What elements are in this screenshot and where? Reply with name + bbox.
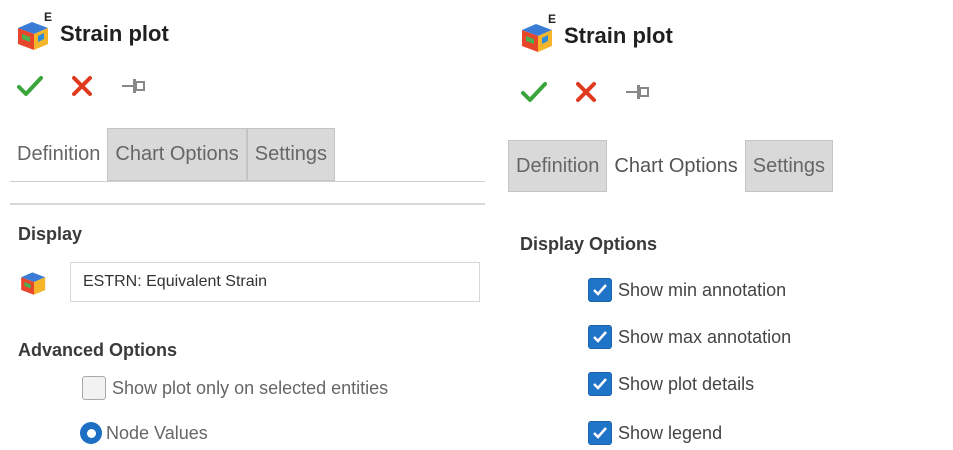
show-selected-only-option[interactable]: Show plot only on selected entities	[82, 376, 388, 400]
close-icon	[576, 82, 596, 102]
display-options-heading: Display Options	[520, 234, 658, 254]
tab-settings[interactable]: Settings	[246, 128, 336, 181]
tab-chart-options[interactable]: Chart Options	[607, 140, 745, 192]
panel-title-row: E Strain plot	[14, 10, 169, 54]
show-selected-only-checkbox[interactable]	[82, 376, 106, 400]
left-property-panel: E Strain plot Definition Chart Options S…	[0, 0, 485, 450]
panel-title: Strain plot	[60, 21, 169, 46]
show-max-annotation-checkbox[interactable]	[588, 325, 612, 349]
action-bar	[520, 78, 676, 106]
strain-plot-icon	[18, 266, 50, 298]
show-legend-option[interactable]: Show legend	[588, 421, 722, 445]
show-plot-details-checkbox[interactable]	[588, 372, 612, 396]
strain-plot-icon: E	[14, 10, 54, 54]
display-row: ESTRN: Equivalent Strain	[18, 262, 480, 302]
cancel-button[interactable]	[68, 72, 96, 100]
node-values-label: Node Values	[106, 422, 208, 443]
show-min-annotation-checkbox[interactable]	[588, 278, 612, 302]
tab-chart-options[interactable]: Chart Options	[107, 128, 247, 181]
node-values-option[interactable]: Node Values	[80, 422, 208, 444]
checkmark-icon	[593, 331, 607, 343]
node-values-radio[interactable]	[80, 422, 102, 444]
pushpin-icon	[122, 79, 145, 93]
screenshot-stage: E Strain plot Definition Chart Options S…	[0, 0, 953, 450]
icon-superscript: E	[547, 12, 556, 26]
section-separator	[10, 203, 485, 205]
tab-bar: Definition Chart Options Settings	[508, 140, 953, 192]
ok-button[interactable]	[16, 72, 44, 100]
show-legend-checkbox[interactable]	[588, 421, 612, 445]
checkmark-icon	[593, 378, 607, 390]
tab-definition[interactable]: Definition	[508, 140, 608, 192]
show-max-annotation-label: Show max annotation	[618, 326, 792, 347]
cancel-button[interactable]	[572, 78, 600, 106]
ok-button[interactable]	[520, 78, 548, 106]
tab-bar: Definition Chart Options Settings	[10, 128, 485, 182]
advanced-options-heading: Advanced Options	[18, 340, 178, 360]
checkmark-icon	[521, 82, 547, 102]
show-legend-label: Show legend	[618, 422, 723, 443]
pushpin-icon	[626, 85, 649, 99]
show-plot-details-option[interactable]: Show plot details	[588, 372, 754, 396]
tab-definition[interactable]: Definition	[10, 128, 108, 181]
icon-superscript: E	[43, 10, 52, 24]
checkmark-icon	[593, 427, 607, 439]
panel-title-row: E Strain plot	[518, 12, 673, 56]
pin-button[interactable]	[624, 78, 652, 106]
checkmark-icon	[17, 76, 43, 96]
right-property-panel: E Strain plot Definition Chart Options S…	[508, 0, 953, 450]
show-max-annotation-option[interactable]: Show max annotation	[588, 325, 791, 349]
strain-plot-icon: E	[518, 12, 558, 56]
panel-title: Strain plot	[564, 23, 673, 48]
checkmark-icon	[593, 284, 607, 296]
action-bar	[16, 72, 172, 100]
show-selected-only-label: Show plot only on selected entities	[112, 377, 389, 398]
display-select[interactable]: ESTRN: Equivalent Strain	[70, 262, 480, 302]
show-min-annotation-option[interactable]: Show min annotation	[588, 278, 786, 302]
tab-settings[interactable]: Settings	[744, 140, 834, 192]
close-icon	[72, 76, 92, 96]
show-min-annotation-label: Show min annotation	[618, 279, 787, 300]
pin-button[interactable]	[120, 72, 148, 100]
show-plot-details-label: Show plot details	[618, 373, 755, 394]
display-heading: Display	[18, 224, 83, 244]
